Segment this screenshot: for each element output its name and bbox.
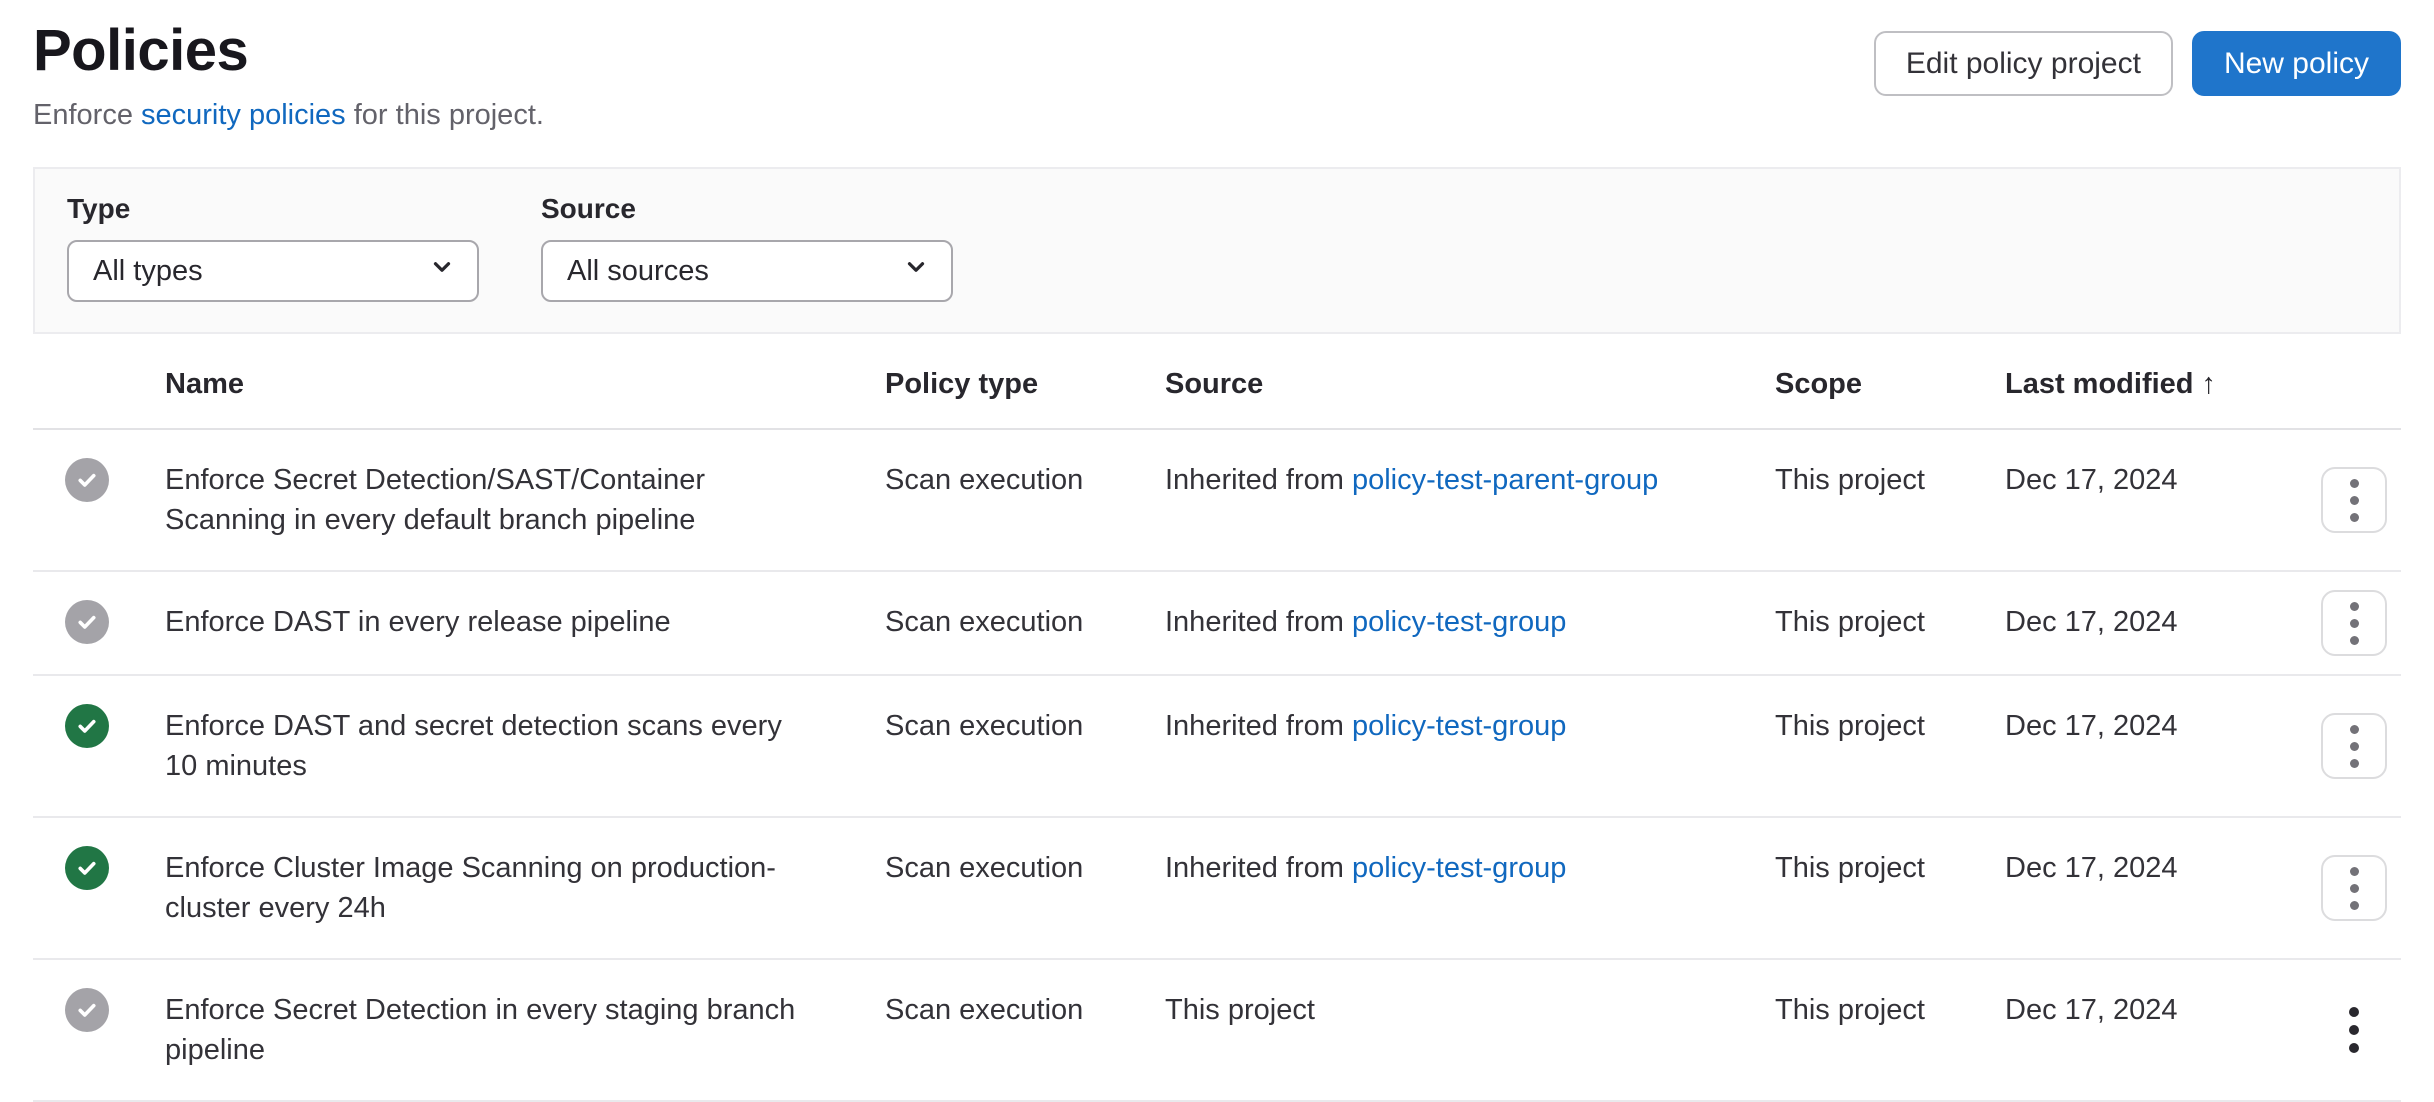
table-row: Enforce DAST in every release pipeline S… xyxy=(33,572,2401,676)
last-modified-cell: Dec 17, 2024 xyxy=(2005,676,2305,816)
sort-ascending-icon: ↑ xyxy=(2202,368,2217,400)
security-policies-link[interactable]: security policies xyxy=(141,99,346,131)
scope-cell: This project xyxy=(1775,430,2005,570)
policy-name-cell: Enforce DAST in every release pipeline xyxy=(165,572,885,674)
type-filter-label: Type xyxy=(67,193,479,225)
ellipsis-vertical-icon[interactable] xyxy=(2321,467,2387,533)
policy-name-cell: Enforce Cluster Image Scanning on produc… xyxy=(165,818,885,958)
policy-name-cell: Enforce Secret Detection/SAST/Container … xyxy=(165,430,885,570)
policy-type-cell: Scan execution xyxy=(885,676,1165,816)
source-filter-group: Source All sources xyxy=(541,193,953,302)
source-filter-dropdown[interactable]: All sources xyxy=(541,240,953,302)
ellipsis-vertical-icon[interactable] xyxy=(2321,997,2387,1063)
status-cell xyxy=(33,818,165,958)
status-cell xyxy=(33,676,165,816)
chevron-down-icon xyxy=(429,254,455,288)
source-cell: Inherited from policy-test-group xyxy=(1165,818,1775,958)
source-filter-value: All sources xyxy=(567,255,709,288)
source-cell: This project xyxy=(1165,960,1775,1100)
type-filter-value: All types xyxy=(93,255,203,288)
last-modified-label: Last modified xyxy=(2005,368,2194,400)
last-modified-cell: Dec 17, 2024 xyxy=(2005,960,2305,1100)
ellipsis-vertical-icon[interactable] xyxy=(2321,713,2387,779)
source-cell: Inherited from policy-test-parent-group xyxy=(1165,430,1775,570)
name-column-header: Name xyxy=(165,340,885,428)
policy-type-cell: Scan execution xyxy=(885,430,1165,570)
page-header: Policies Enforce security policies for t… xyxy=(33,0,2401,134)
actions-cell xyxy=(2305,572,2401,674)
check-circle-icon xyxy=(65,988,109,1032)
check-circle-icon xyxy=(65,846,109,890)
source-group-link[interactable]: policy-test-group xyxy=(1352,852,1566,884)
actions-cell xyxy=(2305,430,2401,570)
status-cell xyxy=(33,960,165,1100)
actions-cell xyxy=(2305,960,2401,1100)
policy-type-column-header: Policy type xyxy=(885,340,1165,428)
actions-cell xyxy=(2305,676,2401,816)
ellipsis-vertical-icon[interactable] xyxy=(2321,855,2387,921)
scope-cell: This project xyxy=(1775,676,2005,816)
chevron-down-icon xyxy=(903,254,929,288)
page-subtitle: Enforce security policies for this proje… xyxy=(33,97,544,135)
status-cell xyxy=(33,430,165,570)
ellipsis-vertical-icon[interactable] xyxy=(2321,590,2387,656)
source-cell: Inherited from policy-test-group xyxy=(1165,676,1775,816)
source-prefix: Inherited from xyxy=(1165,606,1352,638)
status-column-header xyxy=(33,340,165,428)
actions-column-header xyxy=(2305,340,2401,428)
source-text: This project xyxy=(1165,994,1315,1026)
status-cell xyxy=(33,572,165,674)
new-policy-button[interactable]: New policy xyxy=(2192,31,2401,96)
source-group-link[interactable]: policy-test-parent-group xyxy=(1352,464,1658,496)
source-column-header: Source xyxy=(1165,340,1775,428)
source-filter-label: Source xyxy=(541,193,953,225)
policies-table: Name Policy type Source Scope Last modif… xyxy=(33,340,2401,1102)
table-row: Enforce DAST and secret detection scans … xyxy=(33,676,2401,818)
type-filter-group: Type All types xyxy=(67,193,479,302)
source-prefix: Inherited from xyxy=(1165,852,1352,884)
scope-cell: This project xyxy=(1775,572,2005,674)
policy-type-cell: Scan execution xyxy=(885,818,1165,958)
header-actions: Edit policy project New policy xyxy=(1874,31,2401,96)
source-prefix: Inherited from xyxy=(1165,710,1352,742)
last-modified-cell: Dec 17, 2024 xyxy=(2005,430,2305,570)
policy-type-cell: Scan execution xyxy=(885,572,1165,674)
page-title: Policies xyxy=(33,18,544,85)
last-modified-column-header[interactable]: Last modified↑ xyxy=(2005,340,2305,428)
policy-name-cell: Enforce Secret Detection in every stagin… xyxy=(165,960,885,1100)
subtitle-text-suffix: for this project. xyxy=(346,99,544,131)
page-header-text: Policies Enforce security policies for t… xyxy=(33,12,544,134)
last-modified-cell: Dec 17, 2024 xyxy=(2005,572,2305,674)
source-group-link[interactable]: policy-test-group xyxy=(1352,710,1566,742)
source-group-link[interactable]: policy-test-group xyxy=(1352,606,1566,638)
scope-cell: This project xyxy=(1775,960,2005,1100)
scope-cell: This project xyxy=(1775,818,2005,958)
actions-cell xyxy=(2305,818,2401,958)
scope-column-header: Scope xyxy=(1775,340,2005,428)
policy-type-cell: Scan execution xyxy=(885,960,1165,1100)
table-row: Enforce Secret Detection in every stagin… xyxy=(33,960,2401,1102)
source-cell: Inherited from policy-test-group xyxy=(1165,572,1775,674)
filter-bar: Type All types Source All sources xyxy=(33,167,2401,334)
check-circle-icon xyxy=(65,704,109,748)
source-prefix: Inherited from xyxy=(1165,464,1352,496)
subtitle-text-prefix: Enforce xyxy=(33,99,141,131)
check-circle-icon xyxy=(65,600,109,644)
table-row: Enforce Cluster Image Scanning on produc… xyxy=(33,818,2401,960)
type-filter-dropdown[interactable]: All types xyxy=(67,240,479,302)
last-modified-cell: Dec 17, 2024 xyxy=(2005,818,2305,958)
table-header-row: Name Policy type Source Scope Last modif… xyxy=(33,340,2401,430)
policy-name-cell: Enforce DAST and secret detection scans … xyxy=(165,676,885,816)
policies-page: Policies Enforce security policies for t… xyxy=(0,0,2434,1102)
table-row: Enforce Secret Detection/SAST/Container … xyxy=(33,430,2401,572)
edit-policy-project-button[interactable]: Edit policy project xyxy=(1874,31,2173,96)
check-circle-icon xyxy=(65,458,109,502)
